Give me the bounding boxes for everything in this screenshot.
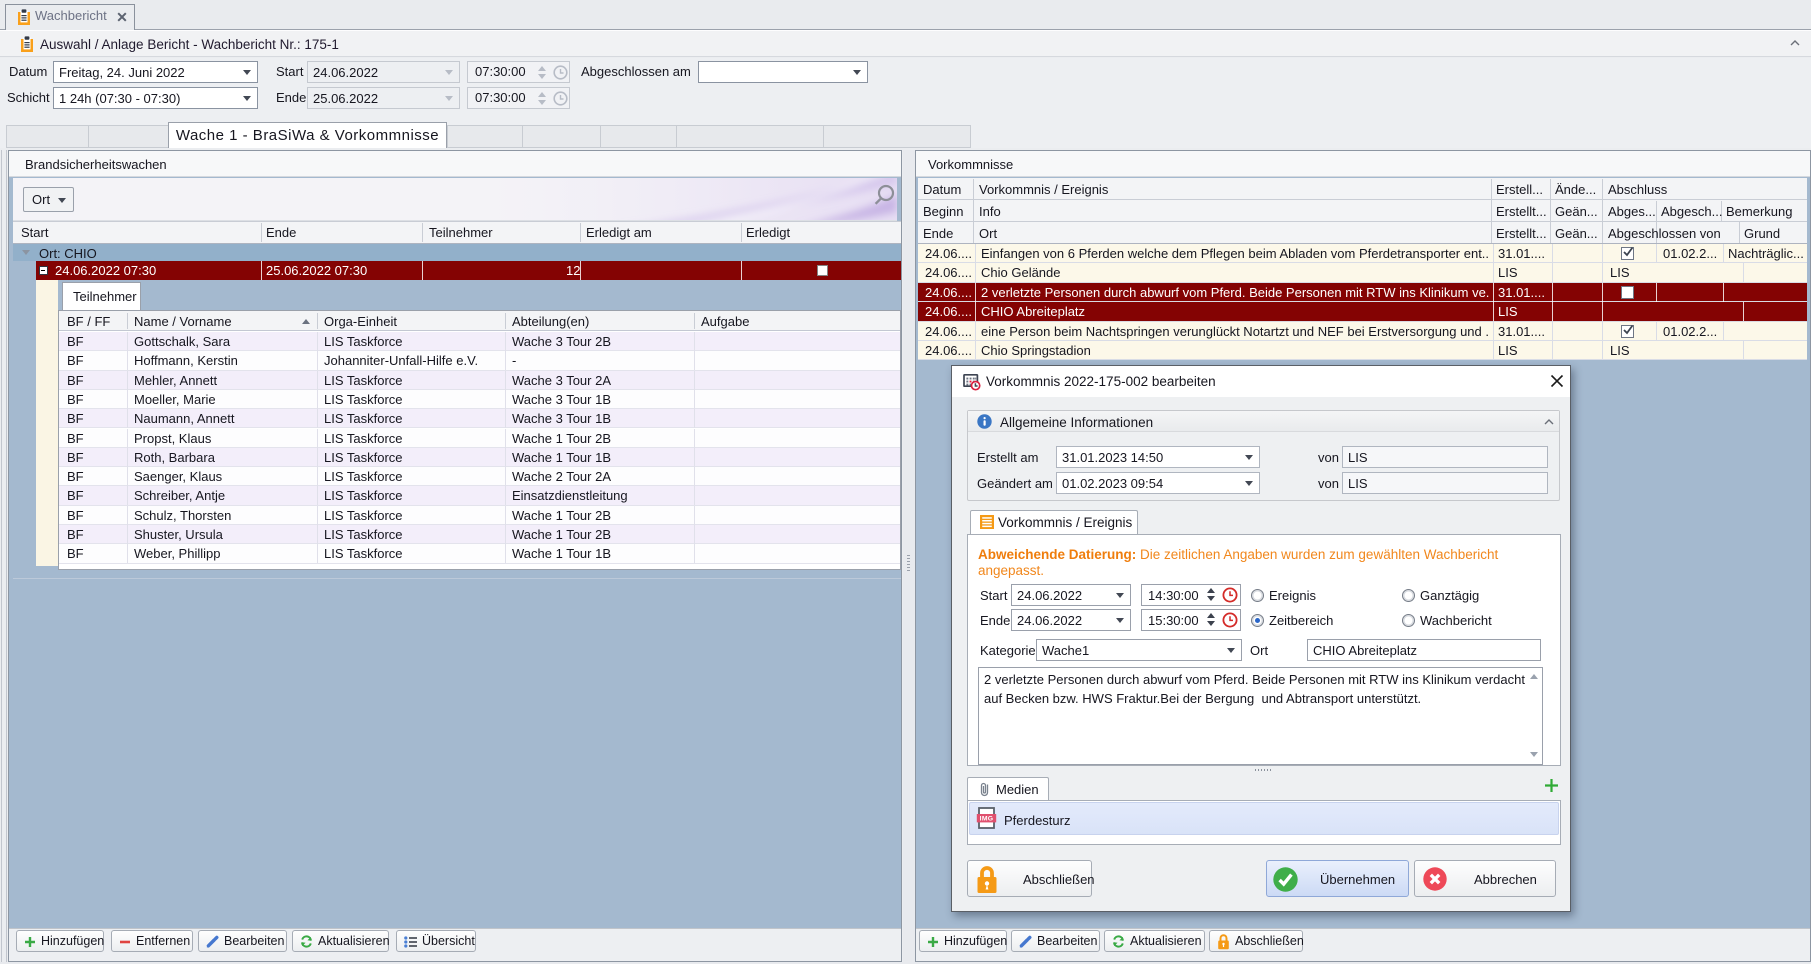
svg-text:IMG: IMG <box>980 816 994 823</box>
